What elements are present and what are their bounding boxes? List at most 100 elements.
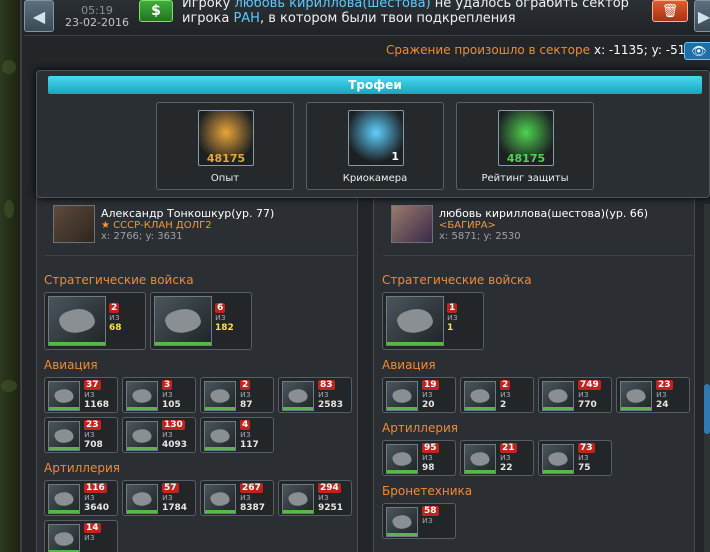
unit-total: 98 <box>422 463 435 473</box>
trash-icon[interactable]: 🗑 <box>652 0 688 22</box>
unit-card[interactable]: 294 из 9251 <box>278 480 352 516</box>
player-info: Александр Тонкошкур(ур. 77) ★ СССР-КЛАН Д… <box>101 207 274 242</box>
unit-health-bar <box>465 407 495 410</box>
unit-shape <box>287 489 309 509</box>
unit-remaining: 294 <box>318 483 341 493</box>
unit-card[interactable]: 57 из 1784 <box>122 480 196 516</box>
unit-shape <box>209 489 231 509</box>
section-title: Артиллерия <box>382 421 458 435</box>
unit-card[interactable]: 37 из 1168 <box>44 377 118 413</box>
unit-card[interactable]: 2 из 68 <box>44 292 146 350</box>
unit-card[interactable]: 2 из 87 <box>200 377 274 413</box>
msg-part: , в котором были твои подкрепления <box>259 11 516 26</box>
trophy-item[interactable]: 48175 Рейтинг защиты <box>456 102 594 190</box>
unit-shape <box>391 512 413 532</box>
unit-card[interactable]: 23 из 708 <box>44 417 118 453</box>
next-arrow-icon[interactable]: ▶ <box>694 0 710 32</box>
unit-of-label: из <box>447 313 458 323</box>
unit-image <box>464 381 496 411</box>
unit-remaining: 2 <box>240 380 251 390</box>
player-coords[interactable]: x: 2766; y: 3631 <box>101 231 274 242</box>
unit-total: 3640 <box>84 503 110 513</box>
unit-of-label: из <box>84 493 95 503</box>
unit-image <box>386 507 418 537</box>
trophy-label: Опыт <box>210 173 240 184</box>
unit-card[interactable]: 23 из 24 <box>616 377 690 413</box>
unit-count: 95 из 98 <box>422 443 439 473</box>
unit-card[interactable]: 116 из 3640 <box>44 480 118 516</box>
unit-card[interactable]: 2 из 2 <box>460 377 534 413</box>
unit-count: 2 из 68 <box>109 303 122 333</box>
msg-part: Игроку <box>182 0 235 11</box>
unit-card[interactable]: 1 из 1 <box>382 292 484 350</box>
unit-total: 105 <box>162 400 181 410</box>
trophy-item[interactable]: 48175 Опыт <box>156 102 294 190</box>
unit-remaining: 95 <box>422 443 439 453</box>
unit-card[interactable]: 58 из <box>382 503 456 539</box>
unit-health-bar <box>127 407 157 410</box>
unit-card[interactable]: 130 из 4093 <box>122 417 196 453</box>
msg-player-link[interactable]: любовь кириллова(шестова) <box>234 0 430 11</box>
player-clan[interactable]: <БАГИРА> <box>439 220 648 231</box>
unit-remaining: 2 <box>109 303 120 313</box>
unit-health-bar <box>205 447 235 450</box>
unit-remaining: 4 <box>240 420 251 430</box>
section-title: Авиация <box>382 358 436 372</box>
unit-total: 75 <box>578 463 591 473</box>
trophy-item[interactable]: 1 Криокамера <box>306 102 444 190</box>
trophies-title: Трофеи <box>48 76 702 94</box>
unit-health-bar <box>205 407 235 410</box>
trophy-label: Криокамера <box>342 173 408 184</box>
shield-rating-icon: 48175 <box>498 110 554 166</box>
scrollbar[interactable] <box>704 204 710 552</box>
dollar-icon[interactable]: $ <box>139 0 173 22</box>
unit-card[interactable]: 4 из 117 <box>200 417 274 453</box>
scroll-thumb[interactable] <box>704 384 710 434</box>
unit-remaining: 19 <box>422 380 439 390</box>
unit-card[interactable]: 73 из 75 <box>538 440 612 476</box>
player-name[interactable]: Александр Тонкошкур(ур. 77) <box>101 207 274 220</box>
unit-image <box>154 296 212 346</box>
unit-shape <box>57 303 97 339</box>
unit-shape <box>53 529 75 549</box>
unit-total: 22 <box>500 463 513 473</box>
unit-of-label: из <box>84 390 95 400</box>
unit-shape <box>391 449 413 469</box>
player-coords[interactable]: x: 5871; y: 2530 <box>439 231 648 242</box>
avatar[interactable] <box>53 205 95 243</box>
unit-of-label: из <box>422 453 433 463</box>
unit-shape <box>53 489 75 509</box>
unit-health-bar <box>127 447 157 450</box>
unit-card[interactable]: 21 из 22 <box>460 440 534 476</box>
unit-remaining: 267 <box>240 483 263 493</box>
unit-card[interactable]: 14 из <box>44 520 118 552</box>
unit-total: 2 <box>500 400 507 410</box>
unit-card[interactable]: 95 из 98 <box>382 440 456 476</box>
section-title: Бронетехника <box>382 484 473 498</box>
unit-card[interactable]: 3 из 105 <box>122 377 196 413</box>
unit-of-label: из <box>656 390 667 400</box>
unit-count: 23 из 24 <box>656 380 673 410</box>
avatar[interactable] <box>391 205 433 243</box>
eye-icon[interactable]: 👁 <box>684 42 710 60</box>
unit-image <box>48 381 80 411</box>
unit-card[interactable]: 267 из 8387 <box>200 480 274 516</box>
unit-image <box>48 421 80 451</box>
unit-shape <box>131 489 153 509</box>
unit-card[interactable]: 19 из 20 <box>382 377 456 413</box>
unit-remaining: 37 <box>84 380 101 390</box>
rank-icon: 48175 <box>198 110 254 166</box>
msg-player-link[interactable]: РAH <box>233 11 260 26</box>
unit-card[interactable]: 6 из 182 <box>150 292 252 350</box>
unit-health-bar <box>155 342 211 345</box>
section-title: Авиация <box>44 358 98 372</box>
unit-remaining: 130 <box>162 420 185 430</box>
player-clan[interactable]: ★ СССР-КЛАН ДОЛГ2 <box>101 220 274 231</box>
unit-shape <box>391 386 413 406</box>
unit-image <box>542 444 574 474</box>
unit-of-label: из <box>162 390 173 400</box>
unit-card[interactable]: 749 из 770 <box>538 377 612 413</box>
player-name[interactable]: любовь кириллова(шестова)(ур. 66) <box>439 207 648 220</box>
unit-card[interactable]: 83 из 2583 <box>278 377 352 413</box>
prev-arrow-icon[interactable]: ◀ <box>24 0 54 32</box>
